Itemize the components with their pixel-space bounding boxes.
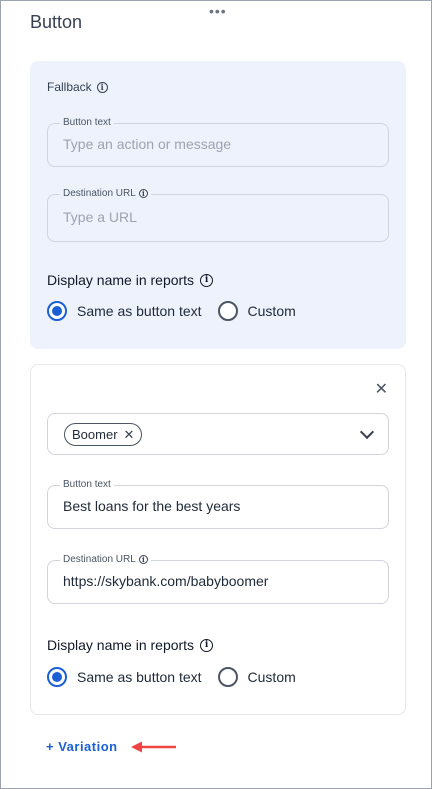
display-name-heading: Display name in reports i — [47, 272, 214, 288]
variation-card: ✕ Boomer ✕ Button text Best loans for th… — [30, 364, 406, 715]
radio-label: Custom — [247, 669, 296, 685]
info-icon[interactable]: i — [200, 638, 214, 652]
radio-unchecked-icon[interactable] — [217, 667, 238, 687]
add-variation-button[interactable]: + Variation — [46, 739, 118, 754]
radio-unchecked-icon[interactable] — [217, 301, 238, 321]
field-legend: Button text — [60, 479, 114, 490]
info-icon[interactable]: i — [138, 189, 148, 198]
chip-remove-icon[interactable]: ✕ — [124, 427, 135, 443]
destination-url-placeholder: Type a URL — [63, 209, 137, 225]
button-text-value: Best loans for the best years — [63, 498, 241, 514]
fallback-destination-url-field[interactable]: Destination URL i Type a URL — [47, 188, 389, 242]
fallback-card: Fallback i Button text Type an action or… — [30, 61, 406, 349]
display-name-heading: Display name in reports i — [47, 637, 214, 653]
info-icon[interactable]: i — [96, 81, 108, 93]
chevron-down-icon[interactable] — [359, 424, 375, 440]
radio-same-as-button-text[interactable]: Same as button text — [47, 667, 202, 687]
destination-url-value: https://skybank.com/babyboomer — [63, 573, 269, 589]
segment-chip[interactable]: Boomer ✕ — [64, 423, 143, 446]
radio-label: Same as button text — [77, 303, 202, 319]
radio-same-as-button-text[interactable]: Same as button text — [47, 301, 202, 321]
drag-handle-icon[interactable]: ••• — [209, 4, 227, 18]
info-icon[interactable]: i — [200, 273, 214, 287]
display-name-label: Display name in reports — [47, 637, 195, 653]
radio-custom[interactable]: Custom — [217, 301, 296, 321]
display-name-radio-group: Same as button text Custom — [47, 667, 312, 687]
radio-custom[interactable]: Custom — [217, 667, 296, 687]
field-legend: Destination URL i — [60, 188, 151, 199]
panel-title: Button — [30, 12, 83, 32]
radio-label: Same as button text — [77, 669, 202, 685]
radio-label: Custom — [247, 303, 296, 319]
chip-label: Boomer — [72, 427, 118, 442]
button-text-placeholder: Type an action or message — [63, 136, 232, 152]
button-settings-panel: ••• Button Fallback i Button text Type a… — [0, 0, 432, 789]
radio-checked-icon[interactable] — [47, 667, 67, 687]
arrow-left-icon — [131, 741, 176, 753]
fallback-label: Fallback — [47, 80, 92, 94]
radio-checked-icon[interactable] — [47, 301, 67, 321]
variation-destination-url-field[interactable]: Destination URL i https://skybank.com/ba… — [47, 554, 389, 604]
close-icon[interactable]: ✕ — [375, 379, 388, 399]
info-icon[interactable]: i — [138, 555, 148, 564]
fallback-button-text-field[interactable]: Button text Type an action or message — [47, 117, 389, 167]
destination-url-label: Destination URL — [63, 188, 136, 199]
variation-button-text-field[interactable]: Button text Best loans for the best year… — [47, 479, 389, 529]
fallback-heading: Fallback i — [47, 80, 108, 94]
segment-select[interactable]: Boomer ✕ — [47, 413, 389, 455]
field-legend: Button text — [60, 117, 114, 128]
display-name-radio-group: Same as button text Custom — [47, 301, 312, 321]
display-name-label: Display name in reports — [47, 272, 195, 288]
field-legend: Destination URL i — [60, 554, 151, 565]
destination-url-label: Destination URL — [63, 554, 136, 565]
